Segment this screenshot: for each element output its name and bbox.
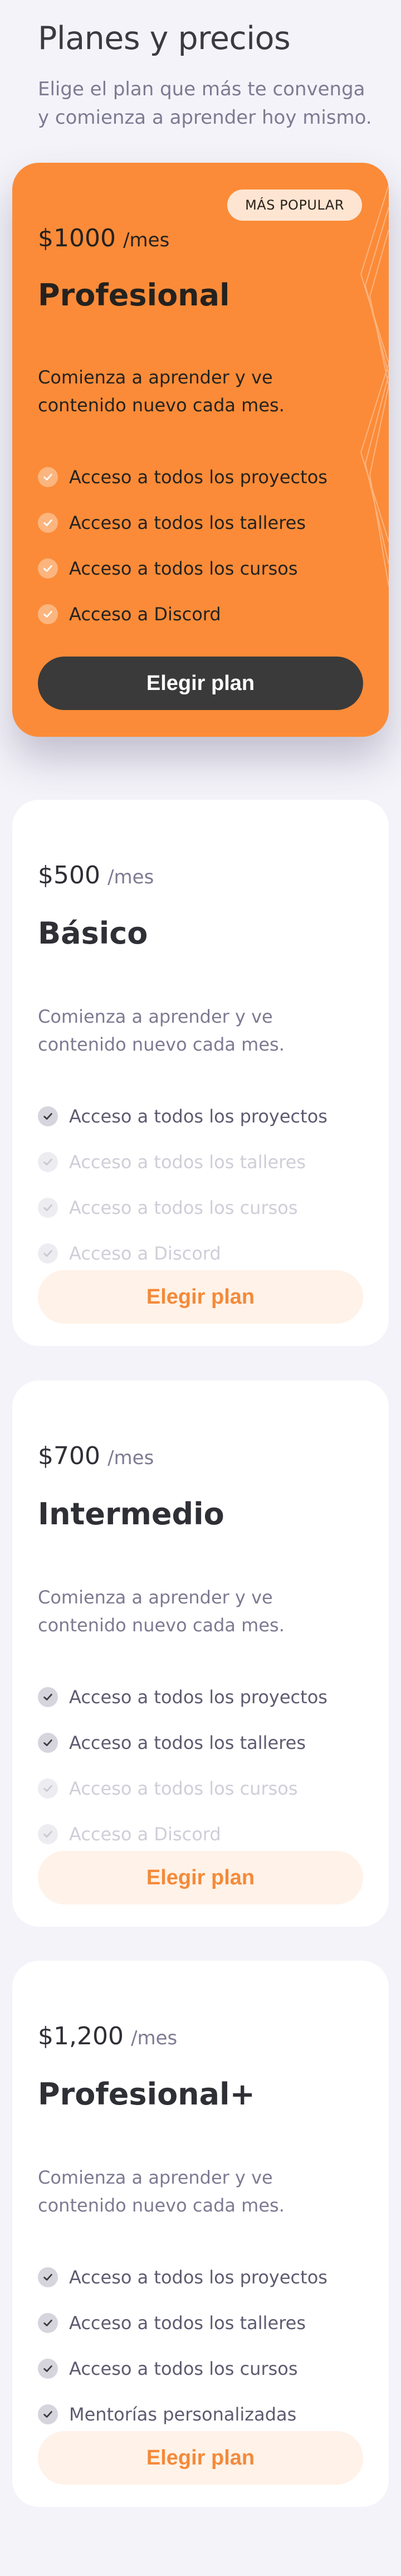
price: $1,200 /mes	[38, 2022, 177, 2050]
check-circle-icon	[38, 467, 58, 487]
feature-label: Acceso a Discord	[69, 1824, 221, 1845]
price-period: /mes	[123, 229, 170, 251]
feature-item-disabled: Acceso a Discord	[38, 1811, 327, 1857]
feature-label: Acceso a todos los cursos	[69, 558, 298, 579]
check-circle-icon	[38, 1733, 58, 1753]
choose-plan-button[interactable]: Elegir plan	[38, 1851, 363, 1904]
price-period: /mes	[107, 866, 154, 888]
price-amount: $700	[38, 1442, 100, 1470]
choose-plan-button[interactable]: Elegir plan	[38, 2431, 363, 2485]
check-circle-icon	[38, 1106, 58, 1126]
price-period: /mes	[107, 1447, 154, 1469]
feature-label: Acceso a todos los proyectos	[69, 1686, 327, 1708]
feature-item: Acceso a todos los cursos	[38, 546, 327, 591]
check-circle-icon	[38, 1243, 58, 1263]
feature-item: Acceso a todos los talleres	[38, 1720, 327, 1766]
plan-description: Comienza a aprender y ve contenido nuevo…	[38, 2167, 285, 2216]
decorative-lines	[360, 184, 389, 587]
plan-card-profesional: MÁS POPULAR $1000 /mes Profesional Comie…	[12, 163, 389, 737]
feature-label: Acceso a todos los cursos	[69, 1778, 298, 1799]
feature-item: Acceso a todos los proyectos	[38, 1093, 327, 1139]
price: $500 /mes	[38, 861, 154, 890]
page-header: Planes y precios Elige el plan que más t…	[38, 21, 372, 132]
price: $1000 /mes	[38, 224, 169, 252]
feature-label: Acceso a todos los cursos	[69, 1197, 298, 1218]
price-amount: $1,200	[38, 2022, 124, 2050]
feature-label: Acceso a todos los talleres	[69, 1732, 306, 1753]
check-circle-icon	[38, 1687, 58, 1707]
feature-label: Acceso a todos los proyectos	[69, 2267, 327, 2288]
choose-plan-button[interactable]: Elegir plan	[38, 657, 363, 710]
feature-list: Acceso a todos los proyectos Acceso a to…	[38, 454, 327, 637]
feature-item-disabled: Acceso a todos los talleres	[38, 1139, 327, 1185]
feature-item: Acceso a todos los proyectos	[38, 2254, 327, 2300]
feature-label: Acceso a todos los proyectos	[69, 466, 327, 488]
page-title: Planes y precios	[38, 20, 291, 57]
check-circle-icon	[38, 2313, 58, 2333]
check-circle-icon	[38, 513, 58, 533]
page-subtitle: Elige el plan que más te convenga y comi…	[38, 77, 372, 129]
feature-item: Acceso a todos los proyectos	[38, 1674, 327, 1720]
price-amount: $1000	[38, 224, 116, 252]
price: $700 /mes	[38, 1442, 154, 1470]
feature-label: Acceso a todos los proyectos	[69, 1106, 327, 1127]
check-circle-icon	[38, 1152, 58, 1172]
popular-badge: MÁS POPULAR	[227, 189, 362, 221]
feature-label: Acceso a Discord	[69, 604, 221, 625]
feature-label: Acceso a todos los talleres	[69, 2312, 306, 2334]
feature-item: Acceso a todos los cursos	[38, 2346, 327, 2392]
check-circle-icon	[38, 1198, 58, 1218]
price-amount: $500	[38, 861, 100, 890]
check-circle-icon	[38, 1824, 58, 1844]
feature-item-disabled: Acceso a todos los cursos	[38, 1766, 327, 1811]
feature-item-disabled: Acceso a todos los cursos	[38, 1185, 327, 1231]
feature-list: Acceso a todos los proyectos Acceso a to…	[38, 1674, 327, 1857]
plan-name: Intermedio	[38, 1496, 224, 1532]
plan-card-intermedio: $700 /mes Intermedio Comienza a aprender…	[12, 1381, 389, 1927]
price-period: /mes	[131, 2027, 178, 2049]
plan-name: Profesional	[38, 278, 230, 313]
plan-card-profesional-plus: $1,200 /mes Profesional+ Comienza a apre…	[12, 1961, 389, 2507]
choose-plan-button[interactable]: Elegir plan	[38, 1270, 363, 1324]
feature-label: Mentorías personalizadas	[69, 2404, 297, 2425]
feature-item: Acceso a todos los proyectos	[38, 454, 327, 500]
feature-label: Acceso a Discord	[69, 1243, 221, 1264]
feature-item-disabled: Acceso a Discord	[38, 1231, 327, 1276]
feature-list: Acceso a todos los proyectos Acceso a to…	[38, 1093, 327, 1276]
feature-label: Acceso a todos los talleres	[69, 512, 306, 533]
feature-label: Acceso a todos los cursos	[69, 2358, 298, 2379]
plan-description: Comienza a aprender y ve contenido nuevo…	[38, 367, 285, 416]
plan-description: Comienza a aprender y ve contenido nuevo…	[38, 1587, 285, 1636]
check-circle-icon	[38, 604, 58, 624]
feature-item: Acceso a todos los talleres	[38, 500, 327, 546]
plan-card-basico: $500 /mes Básico Comienza a aprender y v…	[12, 800, 389, 1346]
feature-list: Acceso a todos los proyectos Acceso a to…	[38, 2254, 327, 2437]
check-circle-icon	[38, 2359, 58, 2379]
check-circle-icon	[38, 2267, 58, 2287]
check-circle-icon	[38, 1778, 58, 1799]
plan-name: Básico	[38, 916, 148, 951]
feature-label: Acceso a todos los talleres	[69, 1151, 306, 1173]
check-circle-icon	[38, 2404, 58, 2424]
feature-item: Acceso a todos los talleres	[38, 2300, 327, 2346]
feature-item: Acceso a Discord	[38, 591, 327, 637]
feature-item: Mentorías personalizadas	[38, 2392, 327, 2437]
check-circle-icon	[38, 558, 58, 579]
plan-name: Profesional+	[38, 2077, 255, 2112]
plan-description: Comienza a aprender y ve contenido nuevo…	[38, 1006, 285, 1055]
